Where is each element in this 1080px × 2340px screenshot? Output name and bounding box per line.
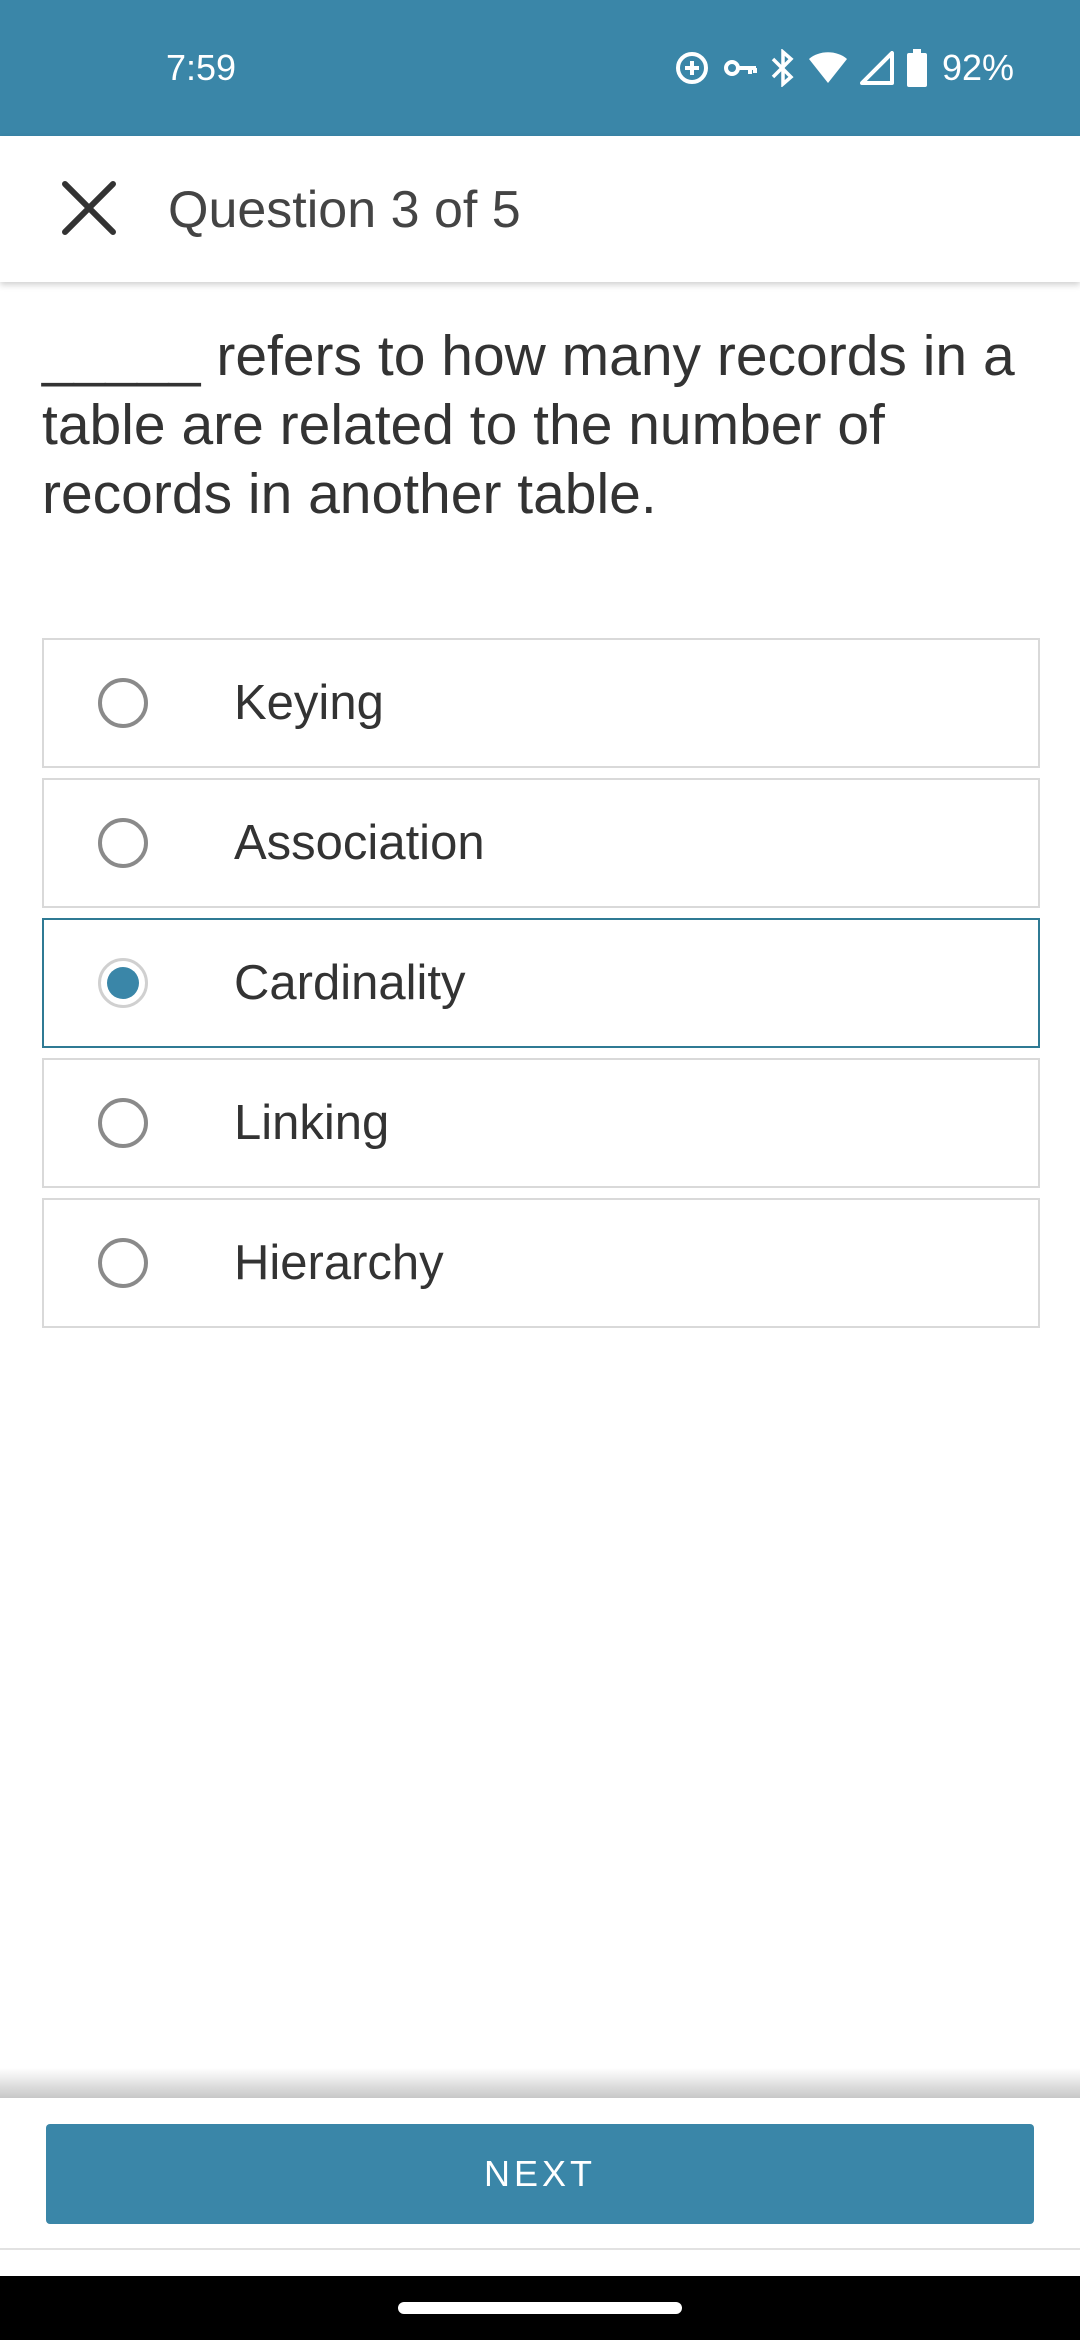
option-label: Linking (234, 1096, 390, 1150)
close-icon (59, 178, 119, 243)
option-label: Hierarchy (234, 1236, 444, 1290)
answer-options: Keying Association Cardinality Linking H… (42, 638, 1040, 1338)
signal-icon (859, 51, 894, 85)
status-bar: 7:59 92% (0, 0, 1080, 136)
next-button[interactable]: NEXT (46, 2124, 1034, 2224)
bluetooth-icon (770, 49, 796, 87)
close-button[interactable] (44, 165, 134, 255)
option-label: Cardinality (234, 956, 466, 1010)
answer-option[interactable]: Association (42, 778, 1040, 908)
radio-selected-dot (107, 967, 139, 999)
battery-icon (906, 49, 928, 87)
radio-button[interactable] (98, 1238, 148, 1288)
app-bar (0, 136, 1080, 282)
battery-percent: 92% (941, 47, 1014, 88)
data-saver-icon (674, 50, 710, 86)
answer-option[interactable]: Keying (42, 638, 1040, 768)
radio-button[interactable] (98, 958, 148, 1008)
option-label: Association (234, 816, 485, 870)
wifi-icon (808, 51, 848, 85)
status-icons: 92% (674, 46, 1014, 90)
question-text: _____ refers to how many records in a ta… (42, 324, 1015, 526)
answer-option[interactable]: Linking (42, 1058, 1040, 1188)
radio-button[interactable] (98, 818, 148, 868)
vpn-key-icon (722, 50, 758, 86)
status-time: 7:59 (166, 47, 237, 88)
radio-button[interactable] (98, 1098, 148, 1148)
answer-option[interactable]: Cardinality (42, 918, 1040, 1048)
answer-option[interactable]: Hierarchy (42, 1198, 1040, 1328)
bottom-shadow (0, 2068, 1080, 2098)
page-title: Question 3 of 5 (168, 181, 521, 239)
radio-button[interactable] (98, 678, 148, 728)
option-label: Keying (234, 676, 384, 730)
home-indicator[interactable] (398, 2302, 682, 2314)
